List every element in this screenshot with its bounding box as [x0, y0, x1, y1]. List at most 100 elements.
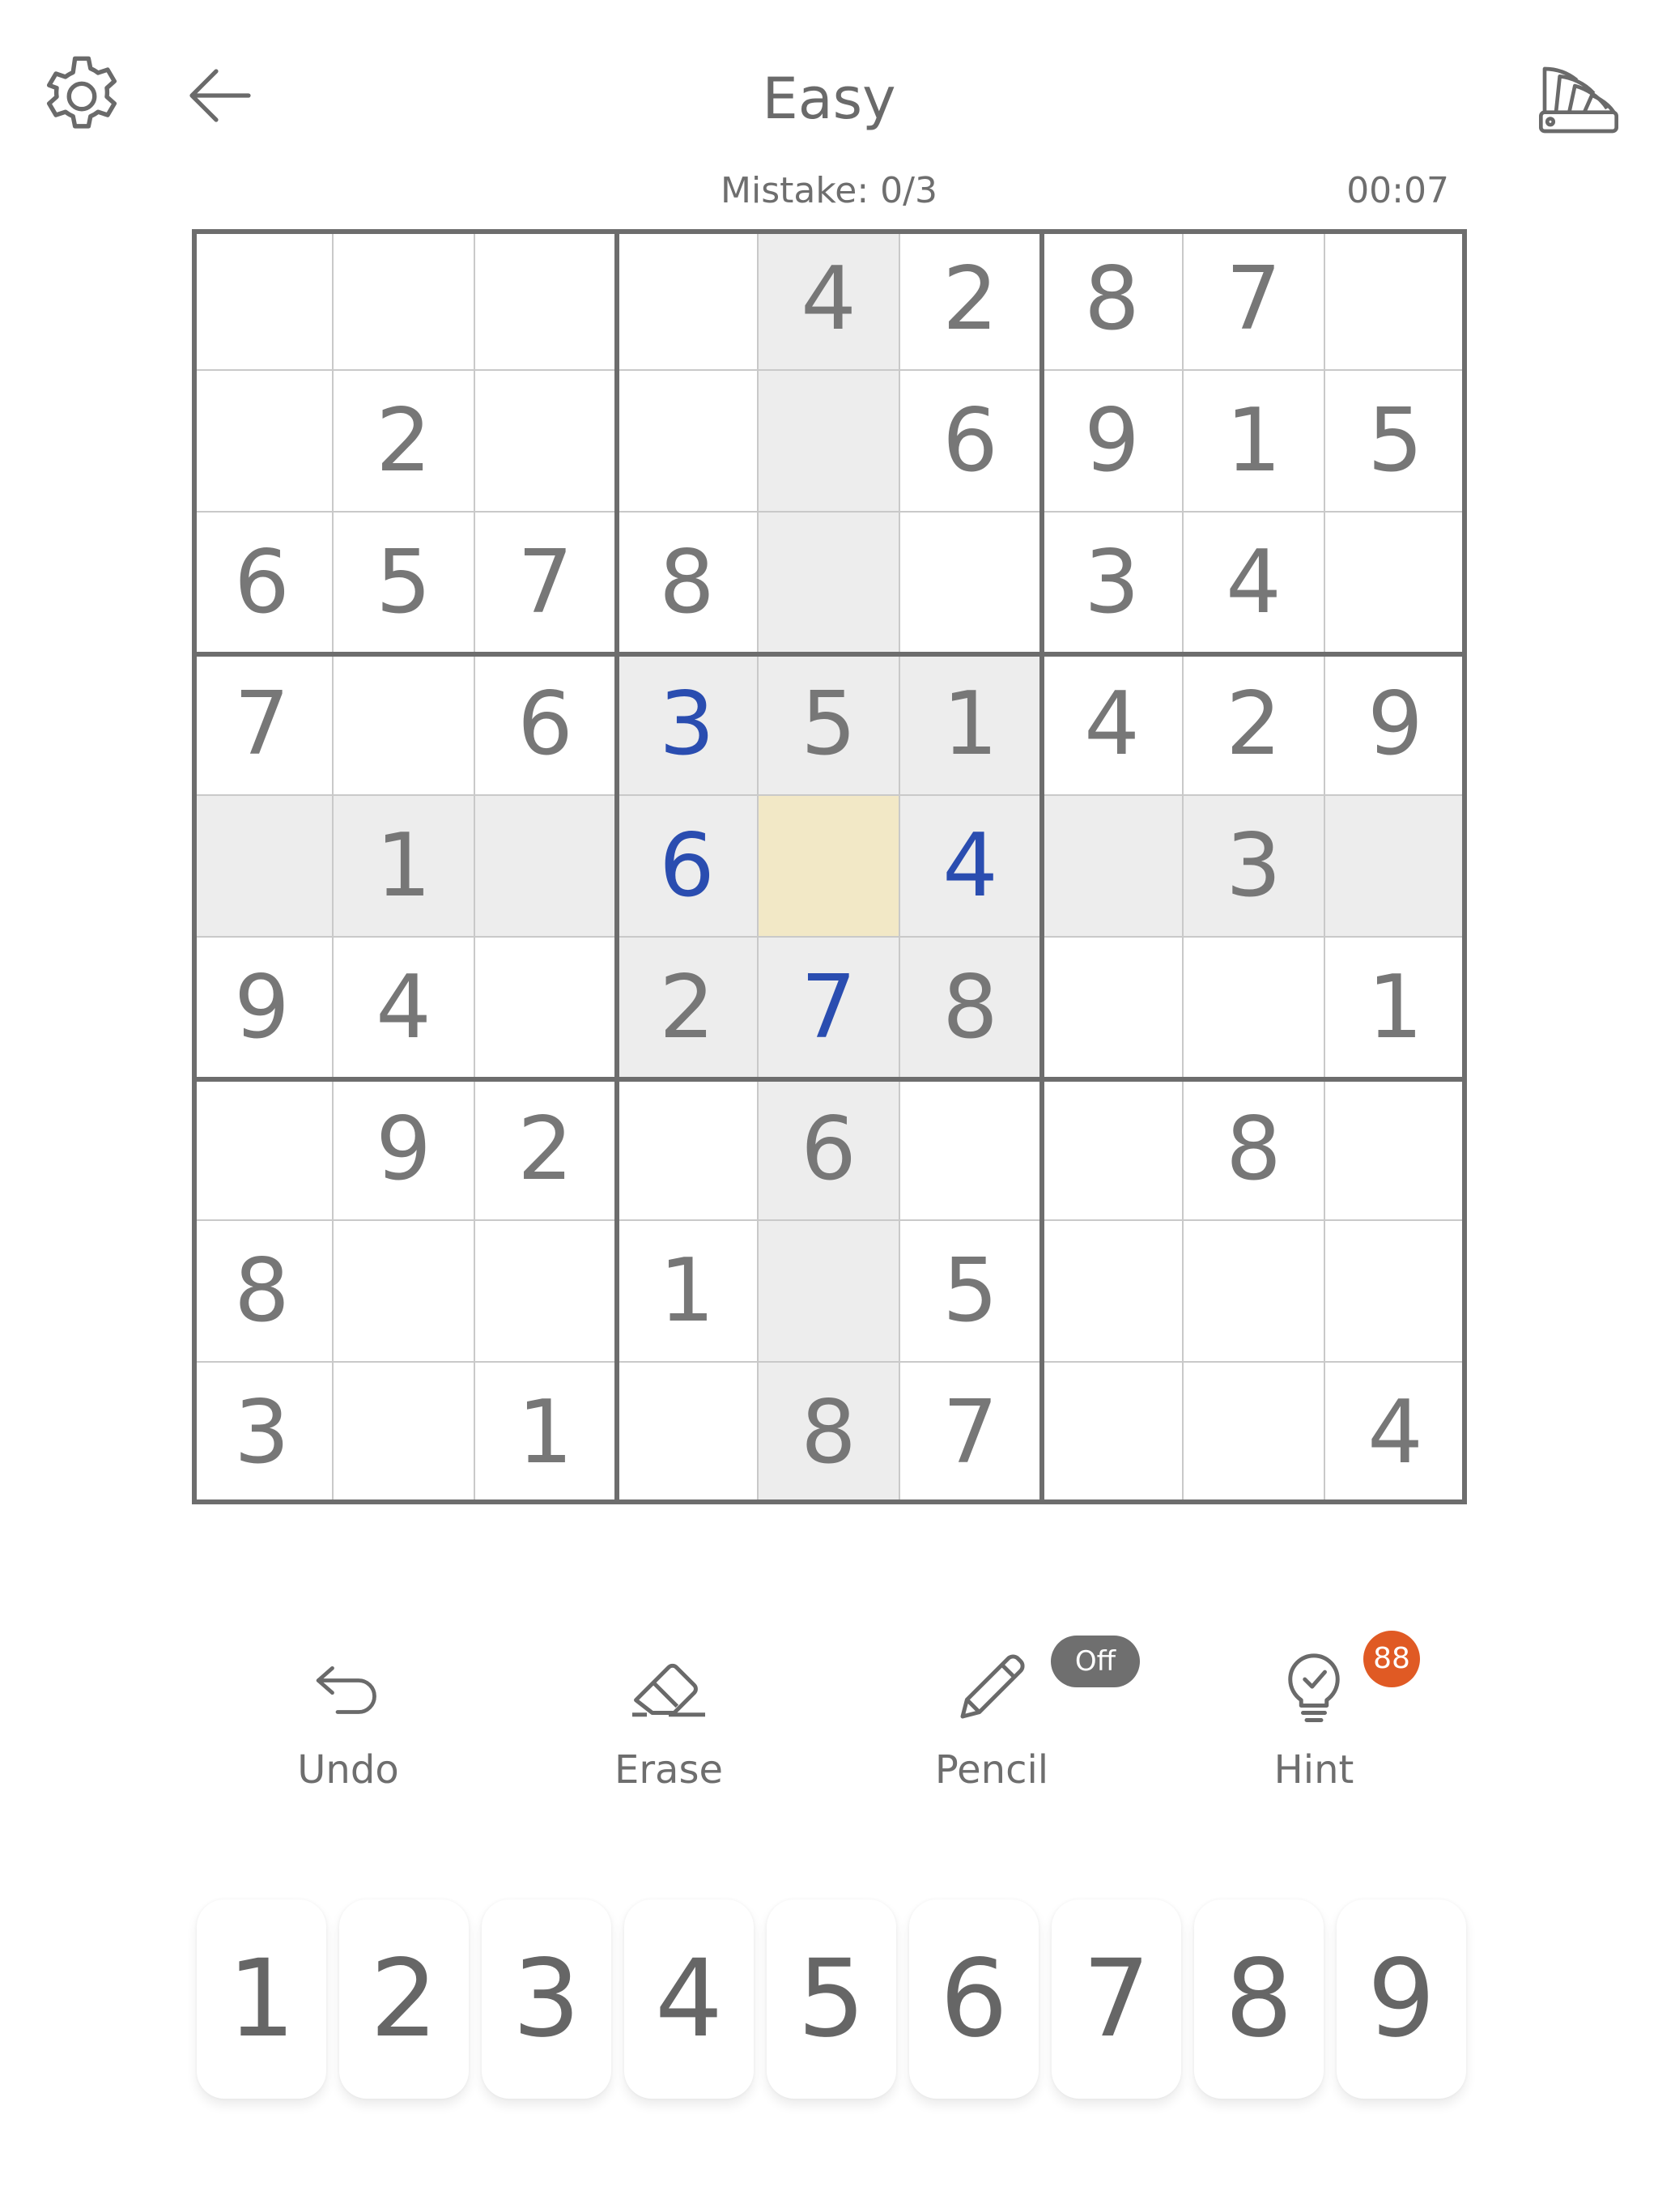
board-cell-r6c1[interactable]: 9: [192, 938, 334, 1079]
board-cell-r4c9[interactable]: 9: [1325, 654, 1467, 796]
board-cell-r6c4[interactable]: 2: [617, 938, 759, 1079]
board-cell-r7c8[interactable]: 8: [1184, 1079, 1325, 1221]
board-cell-r6c5[interactable]: 7: [759, 938, 900, 1079]
board-cell-r2c8[interactable]: 1: [1184, 371, 1325, 513]
board-cell-r4c4[interactable]: 3: [617, 654, 759, 796]
hint-count-badge: 88: [1363, 1631, 1420, 1687]
board-cell-r6c2[interactable]: 4: [334, 938, 475, 1079]
board-cell-r5c9[interactable]: [1325, 796, 1467, 938]
board-cell-r9c6[interactable]: 7: [900, 1363, 1042, 1504]
board-cell-r3c6[interactable]: [900, 513, 1042, 654]
erase-button[interactable]: Erase: [563, 1627, 774, 1814]
board-cell-r5c2[interactable]: 1: [334, 796, 475, 938]
number-key-5[interactable]: 5: [767, 1899, 896, 2099]
board-cell-r9c2[interactable]: [334, 1363, 475, 1504]
board-cell-r7c9[interactable]: [1325, 1079, 1467, 1221]
number-key-2[interactable]: 2: [339, 1899, 469, 2099]
board-cell-r9c1[interactable]: 3: [192, 1363, 334, 1504]
board-cell-r4c6[interactable]: 1: [900, 654, 1042, 796]
board-cell-r7c5[interactable]: 6: [759, 1079, 900, 1221]
board-cell-r1c1[interactable]: [192, 229, 334, 371]
board-cell-r5c4[interactable]: 6: [617, 796, 759, 938]
board-cell-r2c6[interactable]: 6: [900, 371, 1042, 513]
board-cell-r8c2[interactable]: [334, 1221, 475, 1363]
board-cell-r5c7[interactable]: [1042, 796, 1184, 938]
pencil-icon: [960, 1654, 1025, 1719]
board-cell-r3c9[interactable]: [1325, 513, 1467, 654]
board-cell-r5c1[interactable]: [192, 796, 334, 938]
board-cell-r9c8[interactable]: [1184, 1363, 1325, 1504]
board-cell-r3c4[interactable]: 8: [617, 513, 759, 654]
board-cell-r4c8[interactable]: 2: [1184, 654, 1325, 796]
number-key-3[interactable]: 3: [482, 1899, 611, 2099]
board-cell-r5c6[interactable]: 4: [900, 796, 1042, 938]
board-cell-r6c6[interactable]: 8: [900, 938, 1042, 1079]
board-cell-r7c4[interactable]: [617, 1079, 759, 1221]
board-cell-r3c7[interactable]: 3: [1042, 513, 1184, 654]
board-cell-r1c8[interactable]: 7: [1184, 229, 1325, 371]
number-key-4[interactable]: 4: [624, 1899, 754, 2099]
board-cell-r3c1[interactable]: 6: [192, 513, 334, 654]
board-cell-r3c2[interactable]: 5: [334, 513, 475, 654]
number-key-1[interactable]: 1: [197, 1899, 326, 2099]
lightbulb-icon: [1288, 1653, 1340, 1722]
board-cell-r9c5[interactable]: 8: [759, 1363, 900, 1504]
board-cell-r2c7[interactable]: 9: [1042, 371, 1184, 513]
board-cell-r2c1[interactable]: [192, 371, 334, 513]
board-cell-r8c8[interactable]: [1184, 1221, 1325, 1363]
mistake-counter: Mistake: 0/3: [721, 170, 937, 211]
board-cell-r8c6[interactable]: 5: [900, 1221, 1042, 1363]
board-cell-r8c9[interactable]: [1325, 1221, 1467, 1363]
board-cell-r8c5[interactable]: [759, 1221, 900, 1363]
board-cell-r2c9[interactable]: 5: [1325, 371, 1467, 513]
board-cell-r1c6[interactable]: 2: [900, 229, 1042, 371]
theme-button[interactable]: [1527, 47, 1630, 147]
board-cell-r6c9[interactable]: 1: [1325, 938, 1467, 1079]
board-cell-r9c4[interactable]: [617, 1363, 759, 1504]
board-cell-r4c2[interactable]: [334, 654, 475, 796]
board-cell-r1c4[interactable]: [617, 229, 759, 371]
board-cell-r4c3[interactable]: 6: [475, 654, 617, 796]
board-cell-r8c7[interactable]: [1042, 1221, 1184, 1363]
board-cell-r4c5[interactable]: 5: [759, 654, 900, 796]
board-cell-r2c2[interactable]: 2: [334, 371, 475, 513]
board-cell-r7c3[interactable]: 2: [475, 1079, 617, 1221]
board-cell-r2c5[interactable]: [759, 371, 900, 513]
board-cell-r1c3[interactable]: [475, 229, 617, 371]
board-cell-r9c7[interactable]: [1042, 1363, 1184, 1504]
board-cell-r8c4[interactable]: 1: [617, 1221, 759, 1363]
number-key-9[interactable]: 9: [1337, 1899, 1466, 2099]
board-cell-r4c1[interactable]: 7: [192, 654, 334, 796]
board-cell-r5c3[interactable]: [475, 796, 617, 938]
eraser-icon: [632, 1663, 705, 1717]
board-cell-r3c8[interactable]: 4: [1184, 513, 1325, 654]
number-key-7[interactable]: 7: [1052, 1899, 1181, 2099]
pencil-mode-badge[interactable]: Off: [1051, 1636, 1140, 1687]
board-cell-r1c5[interactable]: 4: [759, 229, 900, 371]
board-cell-r6c8[interactable]: [1184, 938, 1325, 1079]
board-cell-r5c8[interactable]: 3: [1184, 796, 1325, 938]
board-cell-r7c1[interactable]: [192, 1079, 334, 1221]
board-cell-r8c1[interactable]: 8: [192, 1221, 334, 1363]
board-cell-r6c7[interactable]: [1042, 938, 1184, 1079]
board-cell-r3c5[interactable]: [759, 513, 900, 654]
undo-button[interactable]: Undo: [243, 1627, 453, 1814]
board-cell-r7c7[interactable]: [1042, 1079, 1184, 1221]
board-cell-r3c3[interactable]: 7: [475, 513, 617, 654]
board-cell-r1c7[interactable]: 8: [1042, 229, 1184, 371]
board-cell-r2c4[interactable]: [617, 371, 759, 513]
board-cell-r7c6[interactable]: [900, 1079, 1042, 1221]
board-cell-r2c3[interactable]: [475, 371, 617, 513]
board-cell-r9c9[interactable]: 4: [1325, 1363, 1467, 1504]
board-cell-r1c9[interactable]: [1325, 229, 1467, 371]
board-cell-r7c2[interactable]: 9: [334, 1079, 475, 1221]
board-cell-r6c3[interactable]: [475, 938, 617, 1079]
number-key-6[interactable]: 6: [909, 1899, 1039, 2099]
board-cell-r4c7[interactable]: 4: [1042, 654, 1184, 796]
board-cell-r9c3[interactable]: 1: [475, 1363, 617, 1504]
board-cell-r5c5[interactable]: [759, 796, 900, 938]
board-cell-r1c2[interactable]: [334, 229, 475, 371]
hint-label: Hint: [1273, 1747, 1354, 1793]
number-key-8[interactable]: 8: [1194, 1899, 1324, 2099]
board-cell-r8c3[interactable]: [475, 1221, 617, 1363]
